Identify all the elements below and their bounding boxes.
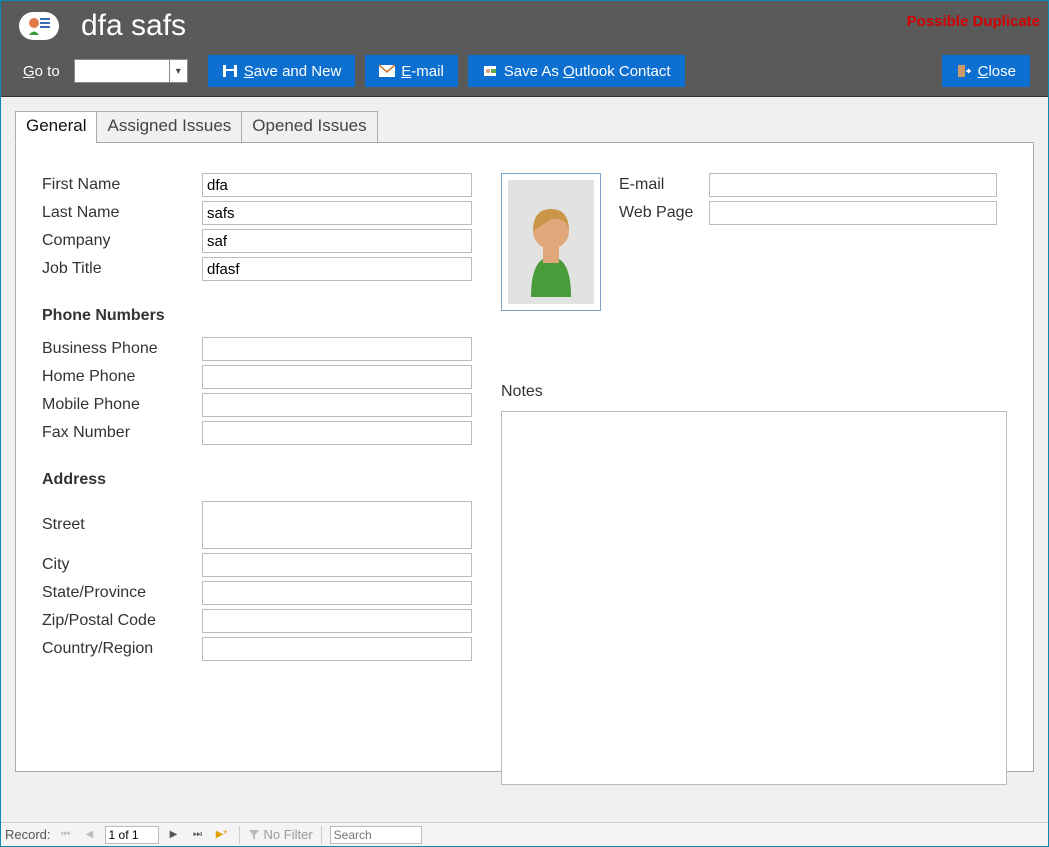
tab-opened-issues[interactable]: Opened Issues [241, 111, 377, 143]
first-name-input[interactable] [202, 173, 472, 197]
contact-card-icon [19, 12, 59, 40]
company-input[interactable] [202, 229, 472, 253]
prev-record-button[interactable]: ◀ [81, 826, 99, 844]
save-as-outlook-button[interactable]: Save As Outlook Contact [468, 55, 685, 87]
city-input[interactable] [202, 553, 472, 577]
new-record-button[interactable]: ▶* [213, 826, 231, 844]
job-title-input[interactable] [202, 257, 472, 281]
notes-input[interactable] [501, 411, 1007, 785]
duplicate-warning: Possible Duplicate [907, 13, 1040, 30]
first-name-label: First Name [42, 176, 202, 194]
zip-label: Zip/Postal Code [42, 612, 202, 630]
mobile-phone-input[interactable] [202, 393, 472, 417]
toolbar: Go to ▾ Save and New E-mail Save As Outl… [1, 51, 1048, 91]
tab-assigned-issues[interactable]: Assigned Issues [96, 111, 242, 143]
close-door-icon [956, 64, 972, 78]
last-name-input[interactable] [202, 201, 472, 225]
zip-input[interactable] [202, 609, 472, 633]
street-input[interactable] [202, 501, 472, 549]
header-bar: dfa safs Possible Duplicate Go to ▾ Save… [1, 1, 1048, 97]
mail-icon [379, 64, 395, 78]
goto-dropdown-value[interactable] [74, 59, 170, 83]
record-label: Record: [5, 827, 51, 842]
web-page-input[interactable] [709, 201, 997, 225]
filter-indicator[interactable]: No Filter [248, 827, 313, 842]
country-input[interactable] [202, 637, 472, 661]
fax-input[interactable] [202, 421, 472, 445]
last-name-label: Last Name [42, 204, 202, 222]
content-area: General Assigned Issues Opened Issues Fi… [1, 97, 1048, 822]
save-and-new-button[interactable]: Save and New [208, 55, 356, 87]
home-phone-input[interactable] [202, 365, 472, 389]
business-phone-label: Business Phone [42, 340, 202, 358]
goto-label: Go to [23, 63, 60, 80]
state-label: State/Province [42, 584, 202, 602]
chevron-down-icon[interactable]: ▾ [170, 59, 188, 83]
avatar-placeholder-icon [511, 187, 591, 297]
page-title: dfa safs [81, 9, 186, 43]
job-title-label: Job Title [42, 260, 202, 278]
state-input[interactable] [202, 581, 472, 605]
business-phone-input[interactable] [202, 337, 472, 361]
home-phone-label: Home Phone [42, 368, 202, 386]
filter-icon [248, 829, 260, 841]
tab-general[interactable]: General [15, 111, 97, 143]
first-record-button[interactable]: ⏮ [57, 826, 75, 844]
tabstrip: General Assigned Issues Opened Issues [15, 111, 1034, 143]
address-section-title: Address [42, 471, 479, 489]
web-page-label: Web Page [619, 204, 709, 222]
general-panel: First Name Last Name Company Job Title P… [15, 142, 1034, 772]
street-label: Street [42, 516, 202, 534]
search-input[interactable] [330, 826, 422, 844]
mobile-phone-label: Mobile Phone [42, 396, 202, 414]
email-input[interactable] [709, 173, 997, 197]
next-record-button[interactable]: ▶ [165, 826, 183, 844]
fax-label: Fax Number [42, 424, 202, 442]
email-button[interactable]: E-mail [365, 55, 458, 87]
city-label: City [42, 556, 202, 574]
close-button[interactable]: Close [942, 55, 1030, 87]
last-record-button[interactable]: ⏭ [189, 826, 207, 844]
phone-section-title: Phone Numbers [42, 307, 479, 325]
record-navigation-bar: Record: ⏮ ◀ ▶ ⏭ ▶* No Filter [1, 822, 1048, 846]
goto-dropdown[interactable]: ▾ [74, 59, 188, 83]
email-label: E-mail [619, 176, 709, 194]
country-label: Country/Region [42, 640, 202, 658]
company-label: Company [42, 232, 202, 250]
record-position-input[interactable] [105, 826, 159, 844]
outlook-icon [482, 64, 498, 78]
save-icon [222, 64, 238, 78]
notes-label: Notes [501, 383, 1007, 401]
contact-photo[interactable] [501, 173, 601, 311]
